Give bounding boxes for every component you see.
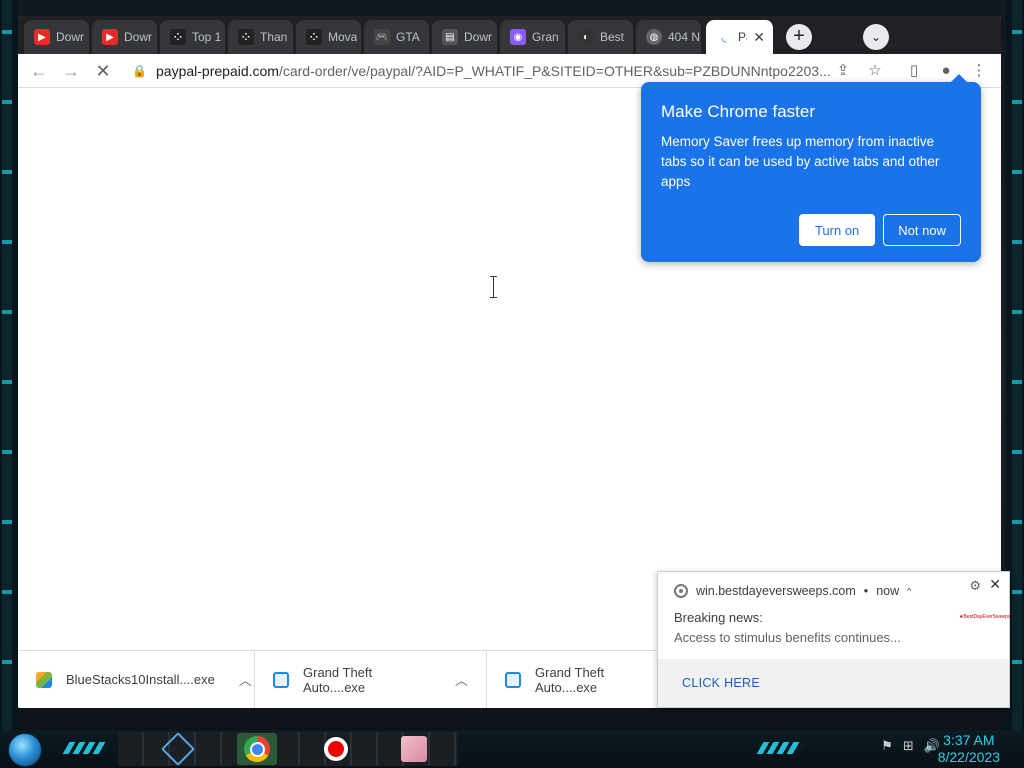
gear-icon[interactable]: ⚙ — [969, 578, 981, 594]
chrome-icon — [244, 736, 270, 762]
notification-source: win.bestdayeversweeps.com — [696, 584, 856, 598]
notification-brand-logo: ★BestDayEverSweeps — [959, 614, 1011, 620]
bubble-title: Make Chrome faster — [661, 102, 815, 121]
dice-icon: ⁘ — [238, 29, 254, 45]
tab[interactable]: ⁘ Than — [228, 20, 294, 54]
bullet-separator: • — [863, 584, 869, 598]
globe-icon: ◍ — [646, 29, 662, 45]
youtube-icon: ▶ — [102, 29, 118, 45]
more-menu-icon[interactable]: ⋮ — [966, 58, 992, 84]
system-clock[interactable]: 3:37 AM 8/22/2023 — [938, 732, 1000, 766]
tab[interactable]: ⁘ Mova — [296, 20, 362, 54]
tab[interactable]: ⁘ Top 1 — [160, 20, 226, 54]
not-now-button[interactable]: Not now — [883, 214, 961, 246]
clock-time: 3:37 AM — [943, 732, 995, 748]
record-icon — [324, 737, 348, 761]
close-tab-icon[interactable]: ✕ — [753, 29, 765, 46]
download-item[interactable]: Grand Theft Auto....exe ︿ — [255, 650, 487, 708]
notification-footer: CLICK HERE — [658, 659, 1009, 707]
download-item[interactable]: BlueStacks10Install....exe ︿ — [18, 650, 255, 708]
taskbar-decoration — [756, 742, 804, 754]
notification-time: now — [876, 584, 900, 598]
installer-icon — [273, 671, 289, 688]
youtube-icon: ▶ — [34, 29, 50, 45]
taskbar: ⚑ ⊞ 🔊 3:37 AM 8/22/2023 — [0, 730, 1024, 768]
chevron-up-icon[interactable]: ︿ — [455, 670, 468, 689]
tab[interactable]: ▤ Dowr — [432, 20, 498, 54]
notification-toast[interactable]: win.bestdayeversweeps.com • now ^ ⚙ ✕ Br… — [657, 571, 1010, 708]
tab[interactable]: ◍ 404 N — [636, 20, 702, 54]
share-icon[interactable]: ⇪ — [830, 58, 856, 84]
tab[interactable]: ▶ Dowr — [92, 20, 158, 54]
globe-icon: ◐ — [578, 29, 594, 45]
avatar-app-taskbar-button[interactable] — [394, 733, 434, 765]
start-button[interactable] — [8, 733, 42, 767]
desktop-frame-right-decoration — [1012, 0, 1022, 738]
network-icon[interactable]: ⊞ — [903, 738, 914, 754]
tab[interactable]: ▶ Dowr — [24, 20, 90, 54]
turn-on-button[interactable]: Turn on — [798, 214, 876, 246]
gamepad-icon: 🎮 — [374, 29, 390, 45]
click-here-button[interactable]: CLICK HERE — [682, 676, 760, 690]
tab-strip: ▶ Dowr ▶ Dowr ⁘ Top 1 ⁘ Than ⁘ Mova 🎮 GTA ▤ Dow… — [18, 16, 1001, 54]
tab-search-button[interactable]: ⌄ — [863, 24, 889, 50]
clock-date: 8/22/2023 — [937, 749, 1000, 765]
lock-icon: 🔒 — [132, 64, 147, 78]
stop-loading-icon[interactable]: ✕ — [90, 58, 116, 84]
loading-spinner-icon: ◟ — [721, 30, 727, 44]
bubble-body: Memory Saver frees up memory from inacti… — [661, 134, 940, 189]
close-icon[interactable]: ✕ — [989, 576, 1001, 593]
forward-arrow-icon[interactable]: → — [58, 58, 84, 84]
system-tray: ⚑ ⊞ 🔊 — [881, 738, 940, 754]
back-arrow-icon[interactable]: ← — [26, 58, 52, 84]
new-tab-button[interactable]: + — [786, 24, 812, 50]
chrome-taskbar-button[interactable] — [237, 733, 277, 765]
recorder-taskbar-button[interactable] — [316, 733, 356, 765]
chevron-up-icon[interactable]: ︿ — [239, 670, 252, 689]
page-icon: ▤ — [442, 29, 458, 45]
avatar-icon — [401, 736, 427, 762]
flag-icon[interactable]: ⚑ — [881, 738, 893, 754]
desktop-frame-left-decoration — [2, 0, 12, 738]
side-panel-icon[interactable]: ▯ — [901, 58, 927, 84]
download-filename: Grand Theft Auto....exe — [303, 664, 373, 695]
taskbar-decoration — [62, 742, 110, 754]
memory-saver-bubble: Make Chrome faster Memory Saver frees up… — [641, 74, 981, 262]
tab[interactable]: 🎮 GTA — [364, 20, 430, 54]
installer-icon — [505, 671, 521, 688]
gamepad-icon: ◉ — [510, 29, 526, 45]
dice-icon: ⁘ — [170, 29, 186, 45]
chevron-up-icon[interactable]: ^ — [907, 586, 911, 596]
tab[interactable]: ◉ Gran — [500, 20, 566, 54]
text-cursor-icon — [490, 276, 499, 298]
url-path: /card-order/ve/paypal/?AID=P_WHATIF_P&SI… — [278, 63, 831, 79]
tab[interactable]: ◐ Best — [568, 20, 634, 54]
bookmark-star-icon[interactable]: ☆ — [862, 58, 888, 84]
address-bar[interactable]: 🔒 paypal-prepaid.com/card-order/ve/paypa… — [128, 57, 868, 85]
dice-icon: ⁘ — [306, 29, 322, 45]
virtualbox-taskbar-button[interactable] — [158, 732, 198, 766]
download-filename: BlueStacks10Install....exe — [66, 672, 215, 687]
notification-title: Breaking news: — [674, 610, 763, 625]
url-host: paypal-prepaid.com — [156, 63, 279, 79]
chrome-icon — [674, 584, 688, 598]
tab-active[interactable]: ◟ Pa ✕ — [706, 20, 774, 54]
bluestacks-icon — [36, 671, 52, 688]
virtualbox-icon — [161, 732, 195, 766]
download-filename: Grand Theft Auto....exe — [535, 664, 605, 695]
notification-body: Access to stimulus benefits continues... — [674, 630, 901, 645]
